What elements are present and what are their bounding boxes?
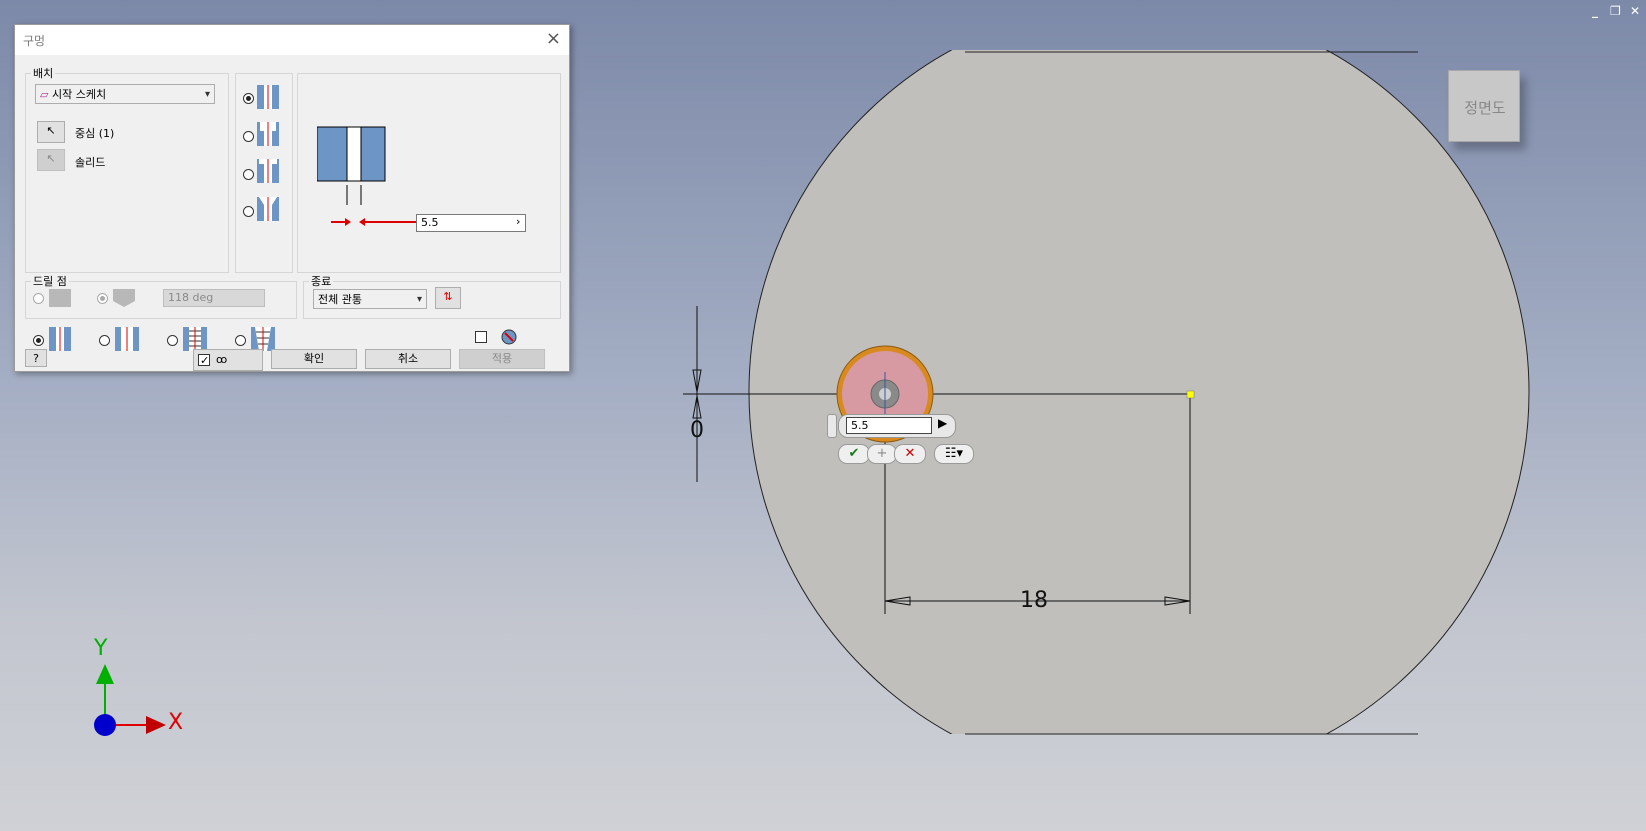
mini-toolbar-diameter-input[interactable]: 5.5 [846, 417, 932, 434]
mini-ok-button[interactable]: ✔ [838, 444, 870, 464]
diameter-arrows-icon [331, 218, 421, 226]
solid-select-button[interactable]: ↖ [37, 149, 65, 171]
mini-toolbar-grip[interactable] [827, 414, 837, 438]
counterbore-icon [257, 122, 279, 146]
taper-tapped-icon [251, 327, 275, 351]
chevron-down-icon: ▾ [204, 89, 210, 100]
chevron-down-icon: ▾ [416, 294, 422, 305]
flip-direction-icon: ⇅ [443, 290, 453, 303]
dialog-titlebar[interactable]: 구멍 × [15, 25, 569, 55]
infer-imates-checkbox[interactable] [475, 331, 487, 343]
mini-cancel-button[interactable]: ✕ [894, 444, 926, 464]
preview-toggle[interactable]: ꝏ [193, 349, 263, 371]
sketch-combo-value: 시작 스케치 [51, 88, 107, 101]
drill-point-angle-radio[interactable] [97, 293, 108, 304]
flat-point-icon [49, 289, 71, 307]
termination-combo-value: 전체 관통 [318, 293, 362, 306]
thread-clearance-radio[interactable] [99, 335, 110, 346]
thread-tapped-radio[interactable] [167, 335, 178, 346]
angle-point-icon [113, 289, 135, 307]
drill-angle-input[interactable]: 118 deg [163, 289, 265, 307]
countersink-icon [257, 197, 279, 221]
dialog-title: 구멍 [23, 34, 46, 48]
sketch-combo[interactable]: ▱ 시작 스케치 ▾ [35, 84, 215, 104]
thread-simple-radio[interactable] [33, 335, 44, 346]
tapped-hole-icon [183, 327, 207, 351]
axis-y-label: Y [94, 636, 108, 661]
axis-origin [94, 714, 116, 736]
cursor-arrow-icon: ↖ [46, 124, 56, 137]
center-select-button[interactable]: ↖ [37, 121, 65, 143]
apply-button[interactable]: 적용 [459, 349, 545, 369]
glasses-icon: ꝏ [216, 353, 228, 366]
imate-icon [501, 329, 517, 345]
center-label: 중심 (1) [75, 127, 115, 140]
hole-dialog: 구멍 × 배치 ▱ 시작 스케치 ▾ ↖ 중심 (1) ↖ 솔리드 5.5 › … [14, 24, 570, 372]
drill-point-flat-radio[interactable] [33, 293, 44, 304]
dimension-value-horizontal[interactable]: 18 [1020, 588, 1048, 613]
clearance-hole-icon [115, 327, 139, 351]
cursor-arrow-icon: ↖ [46, 152, 56, 165]
termination-combo[interactable]: 전체 관통 ▾ [313, 289, 427, 309]
mini-toolbar-expand-icon[interactable]: ▶ [938, 416, 947, 430]
simple-drilled-icon [49, 327, 71, 351]
view-cube-label: 정면도 [1464, 99, 1506, 117]
restore-button[interactable]: ❐ [1610, 4, 1621, 18]
simple-hole-icon [257, 85, 279, 109]
view-cube[interactable]: 정면도 [1448, 70, 1520, 142]
diameter-expand-icon[interactable]: › [516, 215, 520, 228]
spotface-icon [257, 159, 279, 183]
diameter-input[interactable]: 5.5 [416, 214, 526, 232]
hole-type-simple-radio[interactable] [243, 93, 254, 104]
mini-add-button[interactable]: + [867, 444, 897, 464]
hole-type-counterbore-radio[interactable] [243, 131, 254, 142]
preview-checkbox[interactable] [198, 352, 210, 370]
drill-point-label: 드릴 점 [31, 273, 69, 289]
hole-type-spotface-radio[interactable] [243, 169, 254, 180]
options-menu-icon: ☷▾ [944, 446, 964, 461]
flip-direction-button[interactable]: ⇅ [435, 287, 461, 309]
plus-icon: + [876, 446, 888, 461]
dimension-value-vertical[interactable]: 0 [690, 418, 704, 443]
cancel-x-icon: ✕ [904, 446, 916, 461]
cancel-button[interactable]: 취소 [365, 349, 451, 369]
sketch-icon: ▱ [40, 88, 49, 101]
axis-x-label: X [168, 710, 184, 735]
dialog-close-icon[interactable]: × [546, 28, 561, 49]
sketch-endpoint[interactable] [1186, 390, 1195, 399]
thread-taper-radio[interactable] [235, 335, 246, 346]
minimize-button[interactable]: _ [1592, 4, 1598, 18]
ok-button[interactable]: 확인 [271, 349, 357, 369]
help-icon: ? [33, 352, 39, 365]
mini-options-button[interactable]: ☷▾ [934, 444, 974, 464]
hole-type-countersink-radio[interactable] [243, 206, 254, 217]
check-icon: ✔ [848, 446, 860, 461]
termination-label: 종료 [309, 273, 334, 289]
solid-label: 솔리드 [75, 156, 106, 169]
hole-section-preview-icon [317, 126, 386, 205]
placement-label: 배치 [31, 65, 56, 81]
close-window-button[interactable]: ✕ [1630, 4, 1640, 18]
help-button[interactable]: ? [25, 349, 47, 367]
